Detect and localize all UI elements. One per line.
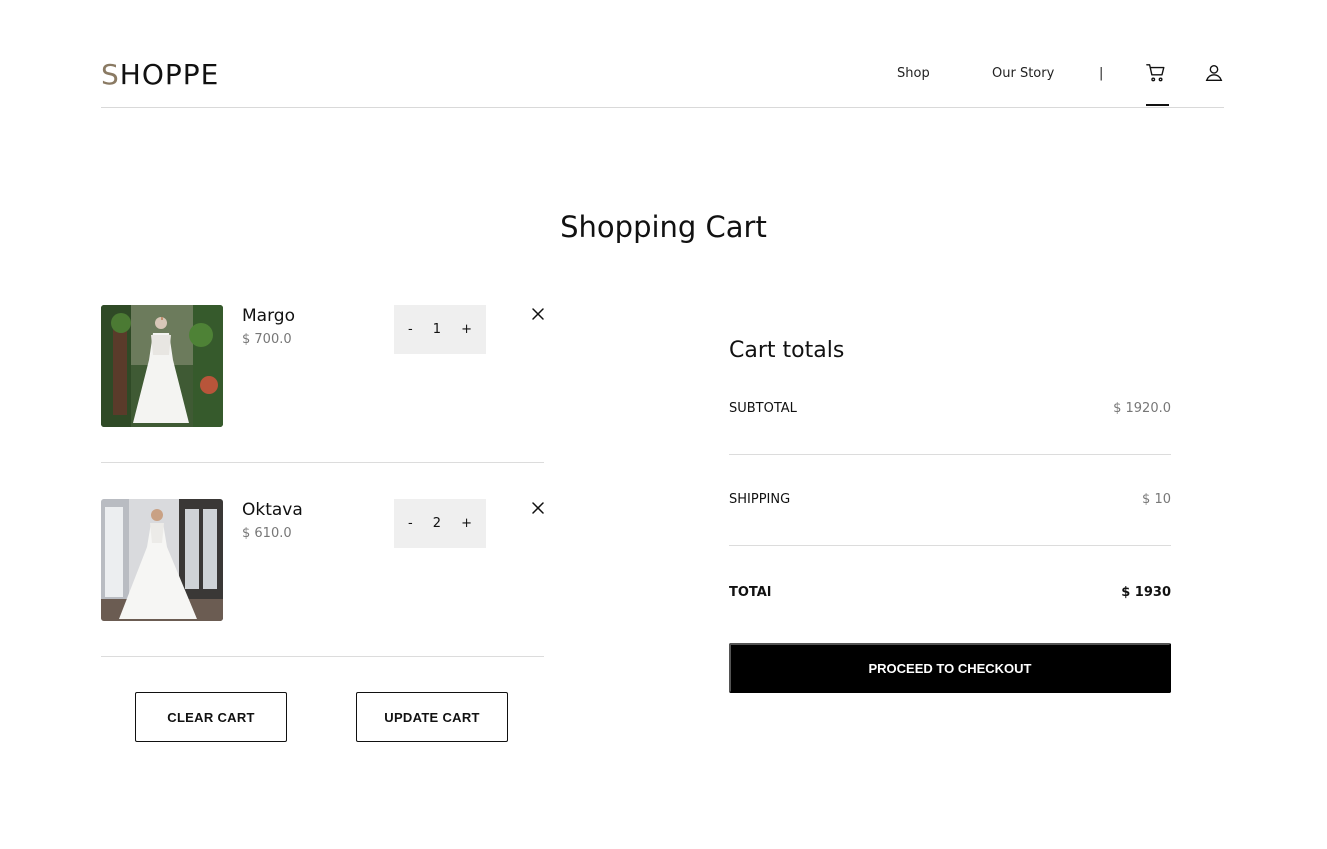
logo[interactable]: SHOPPE [101, 58, 219, 91]
shipping-label: SHIPPING [729, 492, 791, 507]
total-value: $ 1930 [1121, 585, 1171, 600]
active-cart-underline [1146, 104, 1169, 106]
quantity-stepper: - 1 + [394, 305, 486, 354]
product-image[interactable] [101, 305, 223, 427]
decrease-quantity-button[interactable]: - [408, 516, 413, 531]
divider [729, 454, 1171, 455]
product-price: $ 700.0 [242, 332, 292, 347]
total-label: TOTAl [729, 585, 772, 600]
remove-item-icon[interactable] [531, 500, 547, 516]
logo-initial: S [101, 58, 120, 91]
product-name[interactable]: Margo [242, 306, 295, 326]
proceed-to-checkout-button[interactable]: PROCEED TO CHECKOUT [729, 643, 1171, 693]
cart-item: Oktava $ 610.0 - 2 + [101, 499, 544, 657]
cart-icon[interactable] [1145, 62, 1169, 86]
increase-quantity-button[interactable]: + [461, 322, 472, 337]
subtotal-value: $ 1920.0 [1113, 401, 1171, 416]
decrease-quantity-button[interactable]: - [408, 322, 413, 337]
increase-quantity-button[interactable]: + [461, 516, 472, 531]
site-header: SHOPPE Shop Our Story | [101, 56, 1224, 108]
logo-text: HOPPE [119, 58, 220, 91]
cart-totals-title: Cart totals [729, 338, 845, 363]
quantity-value: 2 [432, 516, 442, 531]
quantity-stepper: - 2 + [394, 499, 486, 548]
update-cart-button[interactable]: UPDATE CART [356, 692, 508, 742]
page: SHOPPE Shop Our Story | Shopping Cart Ma… [0, 0, 1327, 849]
product-name[interactable]: Oktava [242, 500, 303, 520]
shipping-value: $ 10 [1142, 492, 1171, 507]
product-image[interactable] [101, 499, 223, 621]
nav-our-story-link[interactable]: Our Story [992, 66, 1054, 81]
divider [729, 545, 1171, 546]
page-title: Shopping Cart [560, 210, 767, 244]
product-price: $ 610.0 [242, 526, 292, 541]
user-icon[interactable] [1203, 62, 1227, 86]
nav-shop-link[interactable]: Shop [897, 66, 930, 81]
nav-separator: | [1099, 66, 1104, 81]
clear-cart-button[interactable]: CLEAR CART [135, 692, 287, 742]
subtotal-label: SUBTOTAL [729, 401, 797, 416]
quantity-value: 1 [432, 322, 442, 337]
remove-item-icon[interactable] [531, 306, 547, 322]
cart-item: Margo $ 700.0 - 1 + [101, 305, 544, 463]
